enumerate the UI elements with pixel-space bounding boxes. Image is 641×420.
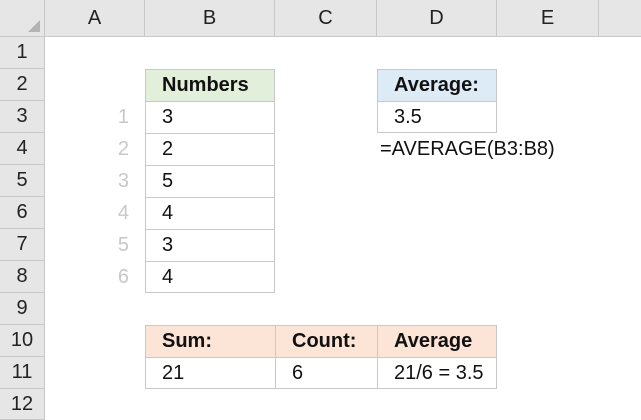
row-header-4[interactable]: 4 [0,133,45,165]
row-header-6[interactable]: 6 [0,197,45,229]
sum-header-cell[interactable]: Sum: [145,325,276,358]
numbers-cell[interactable]: 2 [145,133,275,166]
numbers-cell[interactable]: 4 [145,197,275,230]
column-header-f[interactable] [599,0,641,37]
index-label: 2 [117,137,129,160]
column-header-b[interactable]: B [145,0,275,37]
numbers-cell[interactable]: 5 [145,165,275,198]
column-header-c[interactable]: C [275,0,377,37]
row-header-5[interactable]: 5 [0,165,45,197]
row-header-8[interactable]: 8 [0,261,45,293]
numbers-header-cell[interactable]: Numbers [145,69,275,102]
row-header-1[interactable]: 1 [0,37,45,69]
index-label: 4 [117,201,129,224]
row-header-11[interactable]: 11 [0,357,45,389]
index-label: 3 [117,169,129,192]
select-all-icon [28,20,40,32]
formula-text[interactable]: =AVERAGE(B3:B8) [380,133,555,165]
average-summary-header-cell[interactable]: Average [377,325,497,358]
column-header-a[interactable]: A [45,0,145,37]
average-summary-value-cell[interactable]: 21/6 = 3.5 [377,357,497,389]
numbers-cell[interactable]: 4 [145,261,275,293]
index-label: 5 [117,233,129,256]
row-header-10[interactable]: 10 [0,325,45,357]
select-all-corner[interactable] [0,0,45,37]
spreadsheet-grid: A B C D E 1 2 3 4 5 6 7 8 9 10 11 12 Num… [0,0,641,420]
numbers-cell[interactable]: 3 [145,101,275,134]
count-value-cell[interactable]: 6 [275,357,378,389]
row-header-9[interactable]: 9 [0,293,45,325]
average-value-cell[interactable]: 3.5 [377,101,497,133]
row-header-3[interactable]: 3 [0,101,45,133]
average-header-cell[interactable]: Average: [377,69,497,102]
column-header-e[interactable]: E [497,0,599,37]
numbers-cell[interactable]: 3 [145,229,275,262]
column-header-d[interactable]: D [377,0,497,37]
count-header-cell[interactable]: Count: [275,325,378,358]
row-header-2[interactable]: 2 [0,69,45,101]
index-label: 6 [117,265,129,288]
row-header-7[interactable]: 7 [0,229,45,261]
row-header-12[interactable]: 12 [0,389,45,420]
sum-value-cell[interactable]: 21 [145,357,276,389]
index-label: 1 [117,105,129,128]
